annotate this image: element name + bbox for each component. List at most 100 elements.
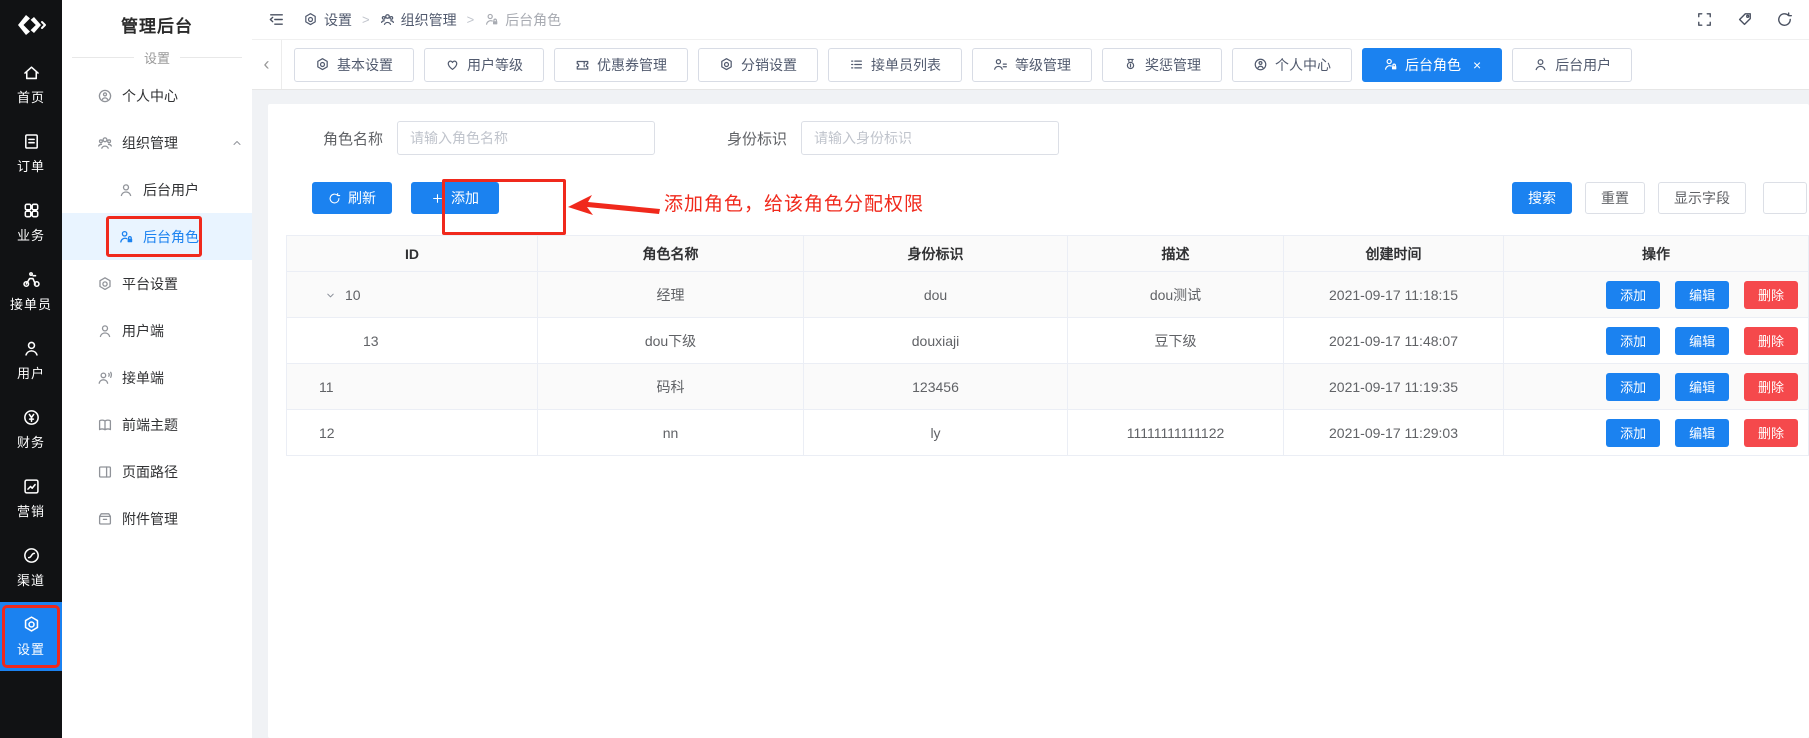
tags-icon[interactable] (1736, 11, 1753, 28)
personlock-icon (118, 229, 134, 245)
sidebar-item[interactable]: 个人中心 (62, 72, 252, 119)
table-row: 10 经理 dou dou测试 2021-09-17 11:18:15 添加 编… (287, 272, 1809, 318)
cell-description: 11111111111122 (1068, 410, 1284, 456)
rail-item[interactable]: 设置 (0, 602, 62, 671)
row-add-button[interactable]: 添加 (1606, 327, 1660, 355)
tab[interactable]: 个人中心 × (1232, 48, 1352, 82)
chevron-up-icon (231, 137, 243, 149)
close-icon[interactable]: × (1473, 58, 1481, 72)
sidebar-item[interactable]: 附件管理 (62, 495, 252, 542)
sidebar-item[interactable]: 前端主题 (62, 401, 252, 448)
cell-actions: 添加 编辑 删除 (1504, 272, 1809, 318)
refresh-icon[interactable] (1776, 11, 1793, 28)
sidebar-item[interactable]: 页面路径 (62, 448, 252, 495)
toolbar: 刷新 添加 添加角色，给该角色分配权限 搜索 重置 显示字段 (312, 181, 1809, 215)
tabs-scroll-left-button[interactable]: ‹ (252, 40, 282, 90)
breadcrumb-item[interactable]: 组织管理 > (380, 10, 485, 30)
gearhex-icon (97, 276, 113, 292)
cell-identity: douxiaji (804, 318, 1068, 364)
column-header: 创建时间 (1284, 236, 1504, 272)
tab[interactable]: 分销设置 × (698, 48, 818, 82)
row-add-button[interactable]: 添加 (1606, 281, 1660, 309)
search-button[interactable]: 搜索 (1512, 182, 1572, 214)
row-delete-button[interactable]: 删除 (1744, 419, 1798, 447)
expand-caret-icon[interactable] (325, 290, 336, 301)
cell-created-time: 2021-09-17 11:48:07 (1284, 318, 1504, 364)
cell-identity: dou (804, 272, 1068, 318)
refresh-icon (328, 192, 341, 205)
row-edit-button[interactable]: 编辑 (1675, 373, 1729, 401)
tab-label: 个人中心 (1275, 55, 1331, 75)
tab[interactable]: 基本设置 × (294, 48, 414, 82)
row-add-button[interactable]: 添加 (1606, 373, 1660, 401)
tab[interactable]: 接单员列表 × (828, 48, 962, 82)
tab-label: 奖惩管理 (1145, 55, 1201, 75)
breadcrumb-item[interactable]: 后台角色 > (484, 10, 561, 30)
identity-input[interactable] (801, 121, 1059, 155)
row-delete-button[interactable]: 删除 (1744, 281, 1798, 309)
row-delete-button[interactable]: 删除 (1744, 373, 1798, 401)
rail-item-label: 用户 (17, 363, 45, 382)
row-edit-button[interactable]: 编辑 (1675, 281, 1729, 309)
app-logo[interactable] (0, 0, 62, 50)
role-name-input[interactable] (397, 121, 655, 155)
tab[interactable]: 等级管理 × (972, 48, 1092, 82)
tab[interactable]: 后台角色 × (1362, 48, 1502, 82)
rail-item[interactable]: 接单员 (0, 257, 62, 326)
sidebar-item-label: 接单端 (122, 368, 164, 388)
tab[interactable]: 优惠券管理 × (554, 48, 688, 82)
rail-item[interactable]: 营销 (0, 464, 62, 533)
cell-role-name: 经理 (538, 272, 804, 318)
fullscreen-icon[interactable] (1696, 11, 1713, 28)
rail-item-label: 订单 (17, 156, 45, 175)
row-edit-button[interactable]: 编辑 (1675, 419, 1729, 447)
sidebar-item[interactable]: 后台用户 (62, 166, 252, 213)
rider-icon (22, 270, 41, 289)
row-edit-button[interactable]: 编辑 (1675, 327, 1729, 355)
sidebar-item[interactable]: 组织管理 (62, 119, 252, 166)
rail-item-label: 渠道 (17, 570, 45, 589)
row-add-button[interactable]: 添加 (1606, 419, 1660, 447)
sidebar-item-label: 前端主题 (122, 415, 178, 435)
tab[interactable]: 后台用户 × (1512, 48, 1632, 82)
reset-button[interactable]: 重置 (1585, 182, 1645, 214)
rail-item[interactable]: 用户 (0, 326, 62, 395)
rail-item[interactable]: 首页 (0, 50, 62, 119)
rail-item-label: 业务 (17, 225, 45, 244)
app-rail: 首页 订单 业务 接单员 用户 (0, 0, 62, 738)
settings-sidebar: 管理后台 设置 个人中心 组织管理 (62, 0, 252, 738)
sidebar-item[interactable]: 平台设置 (62, 260, 252, 307)
rail-item[interactable]: 订单 (0, 119, 62, 188)
table-header-row: ID角色名称身份标识描述创建时间操作 (287, 236, 1809, 272)
sidebar-item-label: 页面路径 (122, 462, 178, 482)
add-button[interactable]: 添加 (411, 182, 499, 214)
row-delete-button[interactable]: 删除 (1744, 327, 1798, 355)
tab[interactable]: 用户等级 × (424, 48, 544, 82)
sidebar-item[interactable]: 用户端 (62, 307, 252, 354)
refresh-button[interactable]: 刷新 (312, 182, 392, 214)
column-header: 角色名称 (538, 236, 804, 272)
rail-item[interactable]: 财务 (0, 395, 62, 464)
heart-icon (445, 57, 460, 72)
column-header: ID (287, 236, 538, 272)
rail-item[interactable]: 业务 (0, 188, 62, 257)
tab-label: 后台角色 (1405, 55, 1461, 75)
group-icon (97, 135, 113, 151)
sidebar-item-label: 后台角色 (143, 227, 199, 247)
rail-item-label: 营销 (17, 501, 45, 520)
tab[interactable]: 奖惩管理 × (1102, 48, 1222, 82)
tab-label: 后台用户 (1555, 55, 1611, 75)
sidebar-item[interactable]: 接单端 (62, 354, 252, 401)
show-columns-button[interactable]: 显示字段 (1658, 182, 1746, 214)
collapse-sidebar-icon[interactable] (268, 11, 285, 28)
sidebar-item[interactable]: 后台角色 (62, 213, 252, 260)
truncated-button[interactable] (1763, 182, 1807, 214)
person-icon (118, 182, 134, 198)
personsignal-icon (97, 370, 113, 386)
roles-table: ID角色名称身份标识描述创建时间操作 10 经理 dou dou测试 2021-… (286, 235, 1809, 456)
rail-item[interactable]: 渠道 (0, 533, 62, 602)
table-row: 11 码科 123456 2021-09-17 11:19:35 添加 编辑 删… (287, 364, 1809, 410)
breadcrumb-item[interactable]: 设置 > (303, 10, 380, 30)
rail-item-label: 设置 (17, 639, 45, 658)
table-row: 12 nn ly 11111111111122 2021-09-17 11:29… (287, 410, 1809, 456)
